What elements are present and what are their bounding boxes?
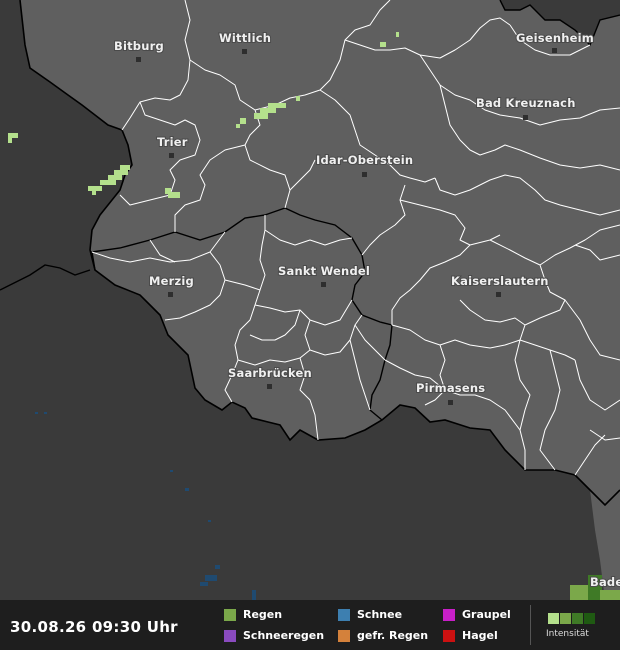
legend-item-hagel: Hagel <box>443 629 498 642</box>
legend-item-schneeregen: Schneeregen <box>224 629 324 642</box>
legend-item-graupel: Graupel <box>443 608 511 621</box>
city-marker-geisenheim <box>552 48 557 53</box>
intensity-step-4 <box>584 613 595 624</box>
city-marker-wittlich <box>242 49 247 54</box>
intensity-scale <box>548 613 596 624</box>
city-label-geisenheim[interactable]: Geisenheim <box>515 30 595 46</box>
legend-swatch-schneeregen <box>224 629 236 642</box>
city-label-saarbruecken[interactable]: Saarbrücken <box>227 365 313 381</box>
legend-label-graupel: Graupel <box>462 608 511 621</box>
legend-label-schneeregen: Schneeregen <box>243 629 325 642</box>
city-label-bitburg[interactable]: Bitburg <box>113 38 165 54</box>
legend-item-gefr-regen: gefr. Regen <box>338 629 428 642</box>
legend-label-hagel: Hagel <box>462 629 498 642</box>
legend-label-gefr-regen: gefr. Regen <box>357 629 429 642</box>
city-label-merzig[interactable]: Merzig <box>148 273 195 289</box>
intensity-step-1 <box>548 613 559 624</box>
legend-swatch-graupel <box>443 608 455 621</box>
city-label-idar-oberstein[interactable]: Idar-Oberstein <box>315 152 414 168</box>
city-marker-saarbruecken <box>267 384 272 389</box>
intensity-label: Intensität <box>546 629 589 639</box>
legend-swatch-schnee <box>338 608 350 621</box>
intensity-step-2 <box>560 613 571 624</box>
city-label-bad-kreuznach[interactable]: Bad Kreuznach <box>475 95 576 111</box>
legend-label-schnee: Schnee <box>357 608 403 621</box>
city-label-kaiserslautern[interactable]: Kaiserslautern <box>450 273 549 289</box>
legend-divider <box>530 605 531 645</box>
city-marker-kaiserslautern <box>496 292 501 297</box>
legend-swatch-gefr-regen <box>338 629 350 642</box>
legend-item-regen: Regen <box>224 608 282 621</box>
legend-swatch-regen <box>224 608 236 621</box>
city-marker-bitburg <box>136 57 141 62</box>
radar-timestamp: 30.08.26 09:30 Uhr <box>10 618 178 636</box>
city-marker-idar-oberstein <box>362 172 367 177</box>
city-marker-bad-kreuznach <box>523 115 528 120</box>
city-label-trier[interactable]: Trier <box>156 134 189 150</box>
legend-item-schnee: Schnee <box>338 608 402 621</box>
city-label-pirmasens[interactable]: Pirmasens <box>415 380 486 396</box>
legend-swatch-hagel <box>443 629 455 642</box>
weather-radar-map[interactable]: Bitburg Wittlich Geisenheim Bad Kreuznac… <box>0 0 620 600</box>
city-marker-pirmasens <box>448 400 453 405</box>
legend-label-regen: Regen <box>243 608 283 621</box>
city-label-sankt-wendel[interactable]: Sankt Wendel <box>277 263 371 279</box>
radar-legend-bar: 30.08.26 09:30 Uhr Regen Schnee Graupel … <box>0 600 620 650</box>
city-marker-merzig <box>168 292 173 297</box>
city-marker-trier <box>169 153 174 158</box>
intensity-step-3 <box>572 613 583 624</box>
city-label-bade[interactable]: Bade <box>589 574 620 590</box>
city-marker-sankt-wendel <box>321 282 326 287</box>
city-label-wittlich[interactable]: Wittlich <box>218 30 272 46</box>
